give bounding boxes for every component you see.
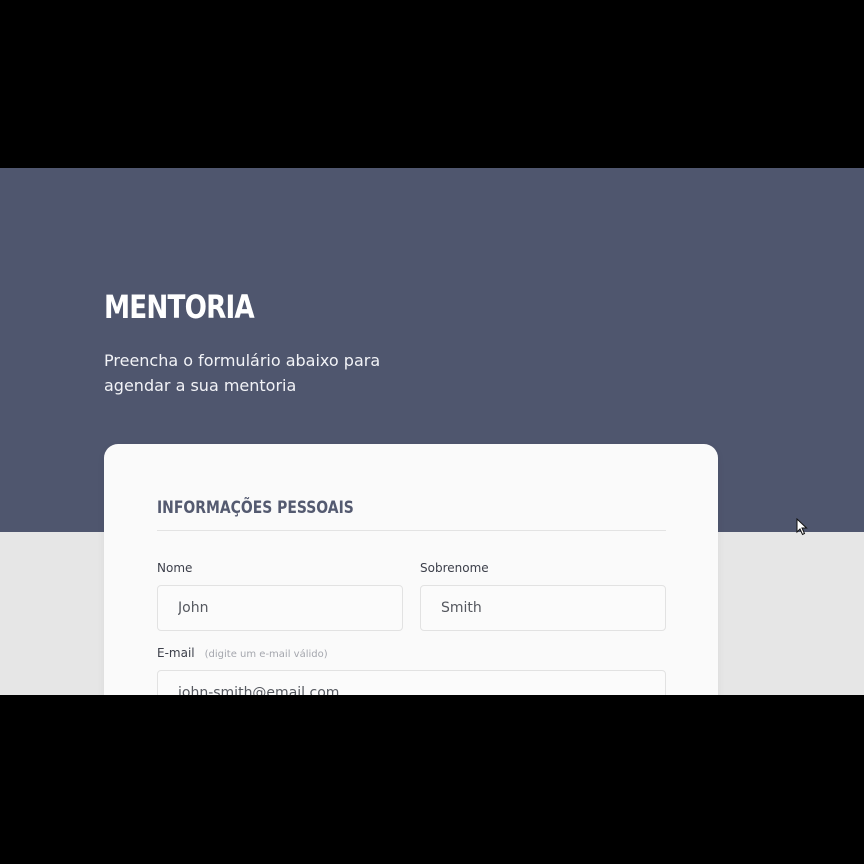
email-hint: (digite um e-mail válido) <box>204 649 328 660</box>
page-subtitle: Preencha o formulário abaixo para agenda… <box>104 351 381 395</box>
page-viewport: MENTORIA Preencha o formulário abaixo pa… <box>0 168 864 695</box>
mentoring-form-card: INFORMAÇÕES PESSOAIS Nome Sobrenome E-ma… <box>104 444 718 695</box>
last-name-label: Sobrenome <box>420 561 489 575</box>
mouse-pointer-icon <box>796 518 808 536</box>
last-name-input[interactable] <box>420 585 666 631</box>
first-name-label: Nome <box>157 561 193 575</box>
letterbox-top <box>0 0 864 168</box>
letterbox-bottom <box>0 695 864 864</box>
email-input[interactable] <box>157 670 666 695</box>
section-divider <box>157 530 666 531</box>
email-label-row: E-mail (digite um e-mail válido) <box>157 646 328 660</box>
section-title-personal-info: INFORMAÇÕES PESSOAIS <box>157 498 354 518</box>
first-name-input[interactable] <box>157 585 403 631</box>
page-title: MENTORIA <box>104 288 255 326</box>
email-label: E-mail <box>157 646 195 660</box>
